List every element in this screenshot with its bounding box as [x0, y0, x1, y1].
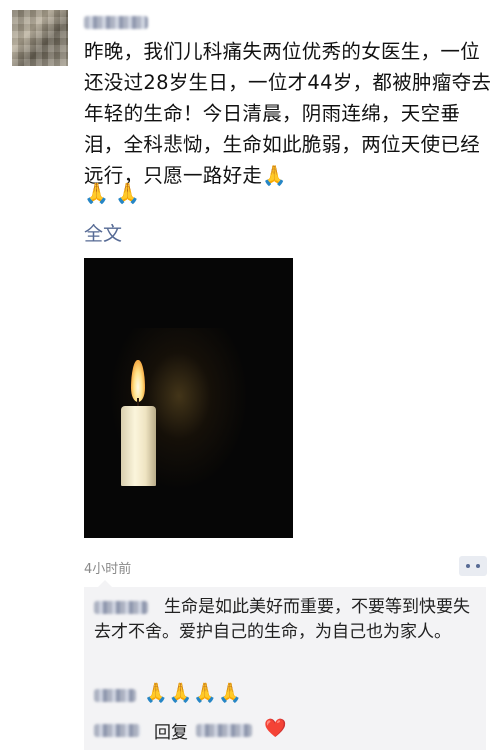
- comment-2-text[interactable]: 🙏🙏🙏🙏: [144, 681, 243, 704]
- comment-1[interactable]: 生命是如此美好而重要，不要等到快要失去才不舍。爱护自己的生命，为自己也为家人。: [94, 595, 479, 645]
- comment-section: 生命是如此美好而重要，不要等到快要失去才不舍。爱护自己的生命，为自己也为家人。 …: [84, 580, 486, 750]
- candle-wick: [137, 398, 139, 406]
- reply-target-name-blurred[interactable]: [196, 724, 252, 737]
- more-dots-icon[interactable]: [459, 556, 487, 576]
- candle-body: [121, 406, 156, 486]
- poster-name-blurred[interactable]: [84, 16, 148, 29]
- comment-1-text: 生命是如此美好而重要，不要等到快要失去才不舍。爱护自己的生命，为自己也为家人。: [94, 597, 470, 642]
- commenter-name-blurred[interactable]: [94, 689, 136, 702]
- candle-photo[interactable]: [84, 258, 293, 538]
- comment-3-text[interactable]: ❤️: [264, 718, 286, 739]
- dot: [466, 564, 470, 568]
- post-text: 昨晚，我们儿科痛失两位优秀的女医生，一位还没过28岁生日，一位才44岁，都被肿瘤…: [84, 40, 492, 187]
- expand-full-text-link[interactable]: 全文: [84, 219, 122, 246]
- commenter-name-blurred[interactable]: [94, 724, 140, 737]
- post-timestamp: 4小时前: [84, 562, 132, 577]
- dot: [476, 564, 480, 568]
- poster-avatar[interactable]: [12, 10, 68, 66]
- reply-label: 回复: [154, 723, 188, 743]
- post-trailing-emoji: 🙏 🙏: [84, 181, 141, 205]
